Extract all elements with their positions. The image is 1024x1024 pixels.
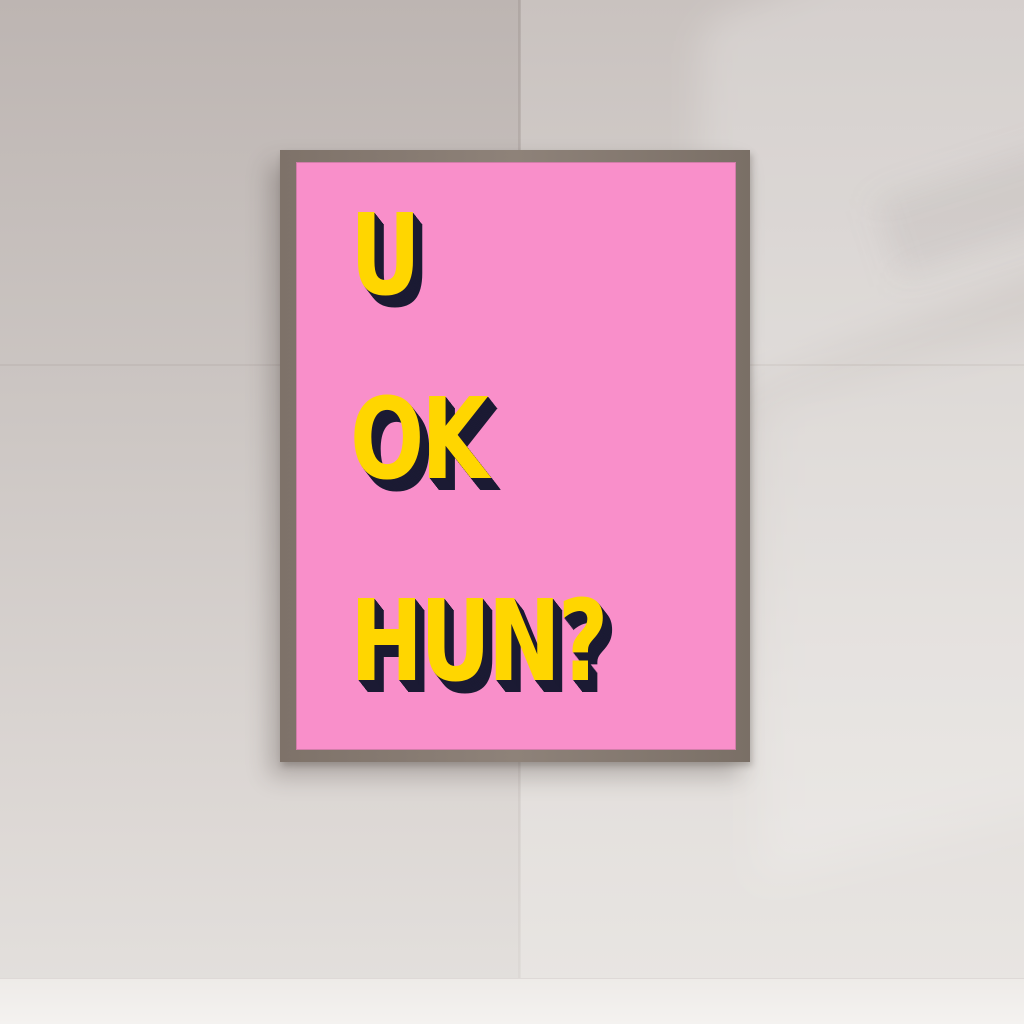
poster: U OK HUN?	[296, 162, 736, 750]
picture-frame: U OK HUN?	[280, 150, 750, 762]
floor	[0, 978, 1024, 1024]
poster-line-ok: OK	[350, 375, 489, 505]
room-scene: U OK HUN?	[0, 0, 1024, 1024]
sunlight-patch	[760, 320, 1024, 880]
poster-line-hun: HUN?	[350, 577, 608, 707]
poster-line-u: U	[350, 191, 421, 321]
